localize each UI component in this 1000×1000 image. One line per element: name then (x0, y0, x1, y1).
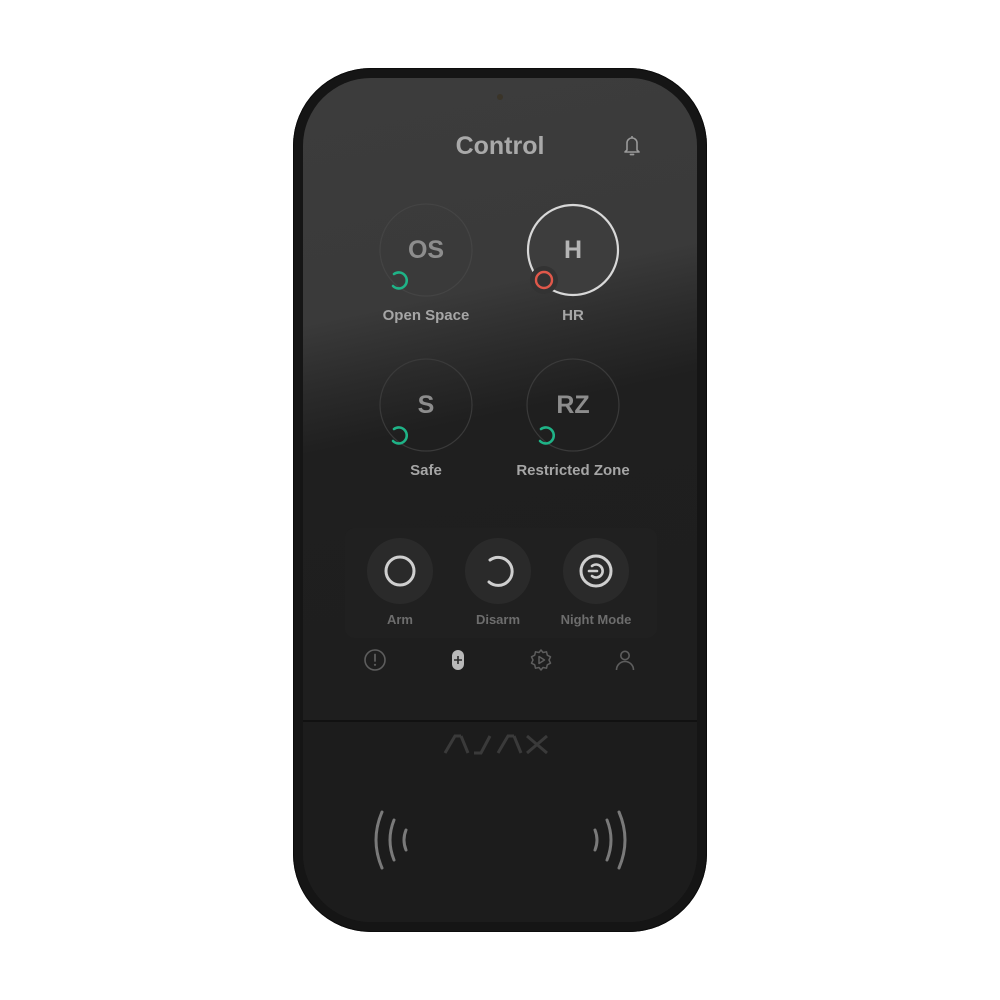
disarmed-status-icon (391, 271, 409, 290)
light-sensor (497, 94, 503, 100)
ajax-logo (443, 734, 548, 755)
group-safe[interactable]: S Safe (356, 358, 496, 498)
nfc-waves-left-icon (374, 810, 408, 870)
disarm-label: Disarm (475, 612, 521, 627)
armed-status-icon (530, 266, 558, 294)
alert-circle-icon[interactable] (363, 648, 387, 672)
keypad-body: Control OS Open Space H HR S Safe RZ Res… (303, 78, 697, 922)
brand-band: AJAX (303, 720, 697, 770)
group-restricted-zone[interactable]: RZ Restricted Zone (503, 358, 643, 498)
night-mode-icon (579, 554, 613, 588)
arm-button[interactable]: Arm (355, 538, 445, 638)
disarmed-status-icon (391, 426, 409, 445)
disarmed-status-icon (538, 426, 556, 445)
arm-icon (384, 555, 416, 587)
control-plus-icon[interactable] (446, 648, 470, 672)
disarm-button[interactable]: Disarm (453, 538, 543, 638)
user-icon[interactable] (613, 648, 637, 672)
night-mode-button[interactable]: Night Mode (551, 538, 641, 638)
group-hr[interactable]: H HR (503, 203, 643, 343)
nfc-waves-right-icon (593, 810, 627, 870)
group-name: Restricted Zone (516, 462, 630, 479)
gear-play-icon[interactable] (529, 648, 553, 672)
group-name: HR (562, 307, 584, 324)
disarm-icon (487, 555, 514, 587)
arm-label: Arm (386, 612, 413, 627)
card-reader-area (303, 768, 697, 922)
bell-icon[interactable] (621, 134, 643, 158)
touch-screen: Control OS Open Space H HR S Safe RZ Res… (303, 78, 697, 720)
night-mode-label: Night Mode (560, 612, 632, 627)
group-open-space[interactable]: OS Open Space (356, 203, 496, 343)
security-mode-panel: Arm Disarm Night Mode (345, 528, 657, 638)
